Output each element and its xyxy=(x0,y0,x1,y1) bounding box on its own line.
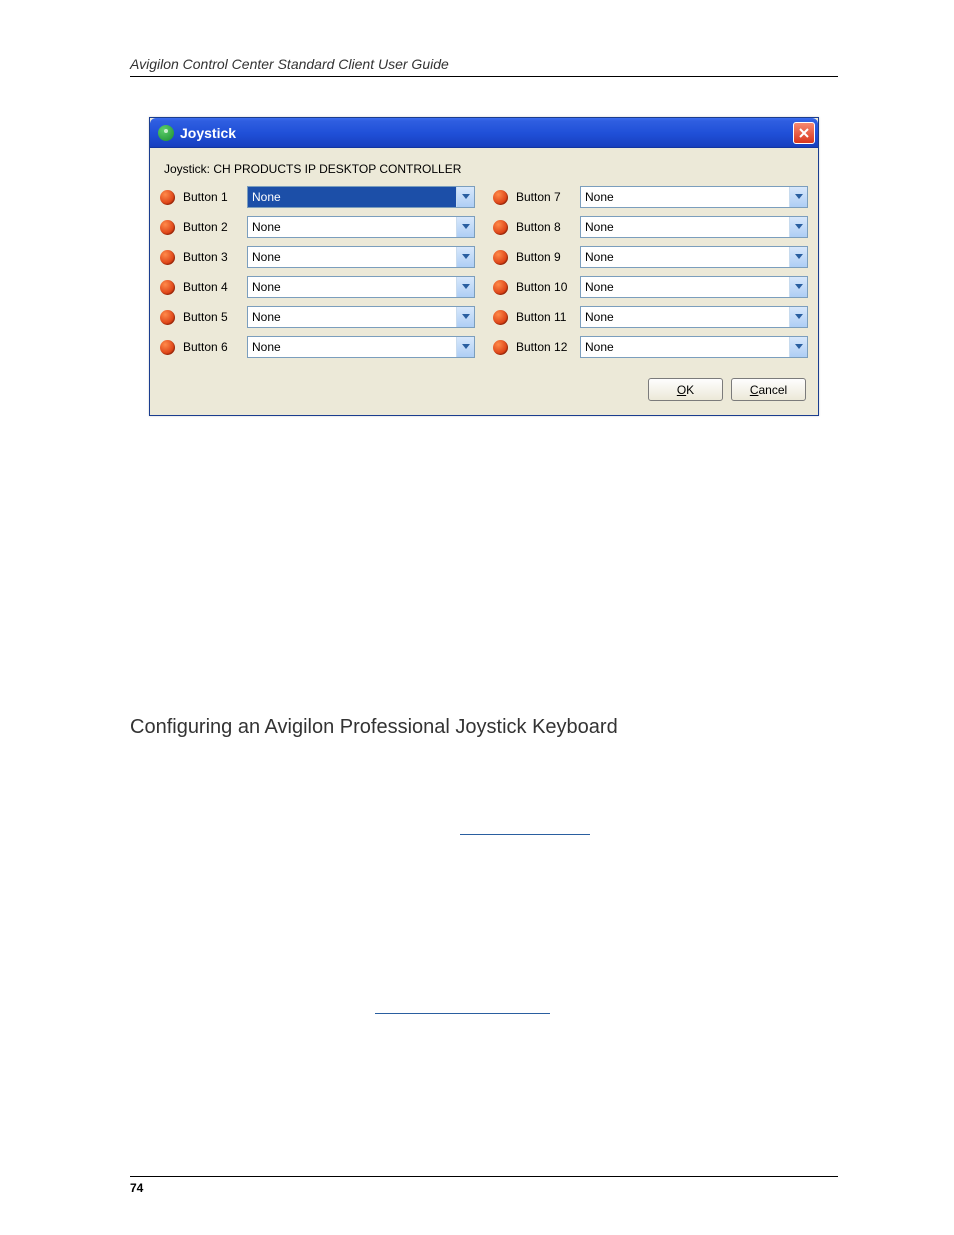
button-row: Button 2 None xyxy=(160,216,475,238)
button-row: Button 8 None xyxy=(493,216,808,238)
button-action-select[interactable]: None xyxy=(247,186,475,208)
button-action-select[interactable]: None xyxy=(580,306,808,328)
button-label: Button 8 xyxy=(516,220,574,234)
button-label: Button 9 xyxy=(516,250,574,264)
button-row: Button 12 None xyxy=(493,336,808,358)
select-value: None xyxy=(581,187,789,207)
button-label: Button 1 xyxy=(183,190,241,204)
hyperlink-placeholder-2[interactable] xyxy=(375,1012,550,1014)
button-bullet-icon xyxy=(160,190,175,205)
button-action-select[interactable]: None xyxy=(580,216,808,238)
button-label: Button 3 xyxy=(183,250,241,264)
select-value: None xyxy=(248,337,456,357)
close-button[interactable] xyxy=(793,122,815,144)
button-row: Button 5 None xyxy=(160,306,475,328)
chevron-down-icon xyxy=(789,307,807,327)
button-bullet-icon xyxy=(493,310,508,325)
hyperlink-placeholder-1[interactable] xyxy=(460,833,590,835)
select-value: None xyxy=(248,187,456,207)
chevron-down-icon xyxy=(789,217,807,237)
button-label: Button 6 xyxy=(183,340,241,354)
button-bullet-icon xyxy=(160,220,175,235)
chevron-down-icon xyxy=(789,247,807,267)
select-value: None xyxy=(581,337,789,357)
dialog-body: Joystick: CH PRODUCTS IP DESKTOP CONTROL… xyxy=(150,148,818,415)
button-action-select[interactable]: None xyxy=(247,216,475,238)
chevron-down-icon xyxy=(456,277,474,297)
button-bullet-icon xyxy=(493,250,508,265)
button-action-select[interactable]: None xyxy=(580,276,808,298)
button-action-select[interactable]: None xyxy=(247,306,475,328)
button-action-select[interactable]: None xyxy=(247,336,475,358)
button-action-select[interactable]: None xyxy=(247,246,475,268)
button-action-select[interactable]: None xyxy=(580,336,808,358)
cancel-label-tail: ancel xyxy=(758,383,787,397)
select-value: None xyxy=(248,307,456,327)
select-value: None xyxy=(248,277,456,297)
select-value: None xyxy=(581,217,789,237)
device-label: Joystick: CH PRODUCTS IP DESKTOP CONTROL… xyxy=(160,158,808,186)
button-bullet-icon xyxy=(493,220,508,235)
cancel-button[interactable]: Cancel xyxy=(731,378,806,401)
button-row: Button 9 None xyxy=(493,246,808,268)
button-bullet-icon xyxy=(160,340,175,355)
button-label: Button 12 xyxy=(516,340,574,354)
button-label: Button 7 xyxy=(516,190,574,204)
page-number: 74 xyxy=(130,1176,838,1195)
chevron-down-icon xyxy=(789,187,807,207)
ok-label-tail: K xyxy=(686,383,694,397)
button-row: Button 3 None xyxy=(160,246,475,268)
buttons-column-left: Button 1NoneButton 2NoneButton 3NoneButt… xyxy=(160,186,475,366)
button-label: Button 10 xyxy=(516,280,574,294)
button-row: Button 10 None xyxy=(493,276,808,298)
button-row: Button 11 None xyxy=(493,306,808,328)
button-row: Button 4 None xyxy=(160,276,475,298)
doc-header: Avigilon Control Center Standard Client … xyxy=(130,56,838,77)
button-row: Button 1 None xyxy=(160,186,475,208)
chevron-down-icon xyxy=(456,307,474,327)
chevron-down-icon xyxy=(789,337,807,357)
button-bullet-icon xyxy=(493,280,508,295)
button-bullet-icon xyxy=(493,340,508,355)
joystick-dialog: Joystick Joystick: CH PRODUCTS IP DESKTO… xyxy=(149,117,819,416)
button-label: Button 11 xyxy=(516,310,574,324)
dialog-title: Joystick xyxy=(180,125,793,141)
button-bullet-icon xyxy=(160,250,175,265)
button-action-select[interactable]: None xyxy=(580,186,808,208)
button-label: Button 2 xyxy=(183,220,241,234)
select-value: None xyxy=(581,307,789,327)
buttons-column-right: Button 7NoneButton 8NoneButton 9NoneButt… xyxy=(493,186,808,366)
select-value: None xyxy=(248,217,456,237)
chevron-down-icon xyxy=(789,277,807,297)
button-label: Button 4 xyxy=(183,280,241,294)
button-label: Button 5 xyxy=(183,310,241,324)
button-action-select[interactable]: None xyxy=(247,276,475,298)
button-row: Button 6 None xyxy=(160,336,475,358)
button-row: Button 7 None xyxy=(493,186,808,208)
chevron-down-icon xyxy=(456,217,474,237)
joystick-icon xyxy=(158,125,174,141)
button-bullet-icon xyxy=(160,310,175,325)
chevron-down-icon xyxy=(456,187,474,207)
ok-button[interactable]: OK xyxy=(648,378,723,401)
dialog-titlebar: Joystick xyxy=(150,118,818,148)
chevron-down-icon xyxy=(456,247,474,267)
button-bullet-icon xyxy=(160,280,175,295)
select-value: None xyxy=(248,247,456,267)
section-heading: Configuring an Avigilon Professional Joy… xyxy=(130,716,838,739)
chevron-down-icon xyxy=(456,337,474,357)
button-bullet-icon xyxy=(493,190,508,205)
select-value: None xyxy=(581,277,789,297)
button-action-select[interactable]: None xyxy=(580,246,808,268)
select-value: None xyxy=(581,247,789,267)
